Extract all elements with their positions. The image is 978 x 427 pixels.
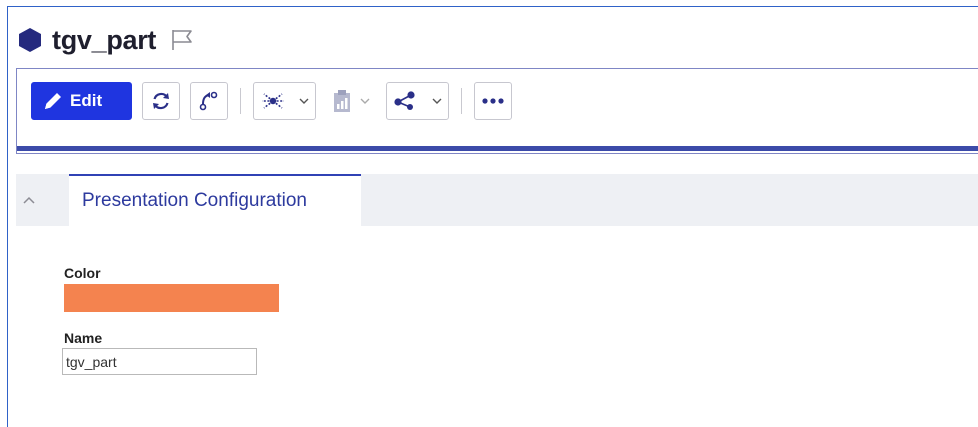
chevron-down-icon [432, 98, 442, 104]
edit-button-label: Edit [70, 91, 103, 110]
name-field[interactable] [62, 348, 257, 375]
title-bar: tgv_part [18, 20, 194, 60]
share-icon [394, 91, 415, 110]
more-icon [482, 98, 504, 104]
chevron-down-icon [360, 98, 370, 104]
tab-label: Presentation Configuration [82, 190, 307, 211]
toolbar-accent-bar [17, 146, 978, 151]
color-label: Color [64, 265, 101, 281]
hexagon-icon [19, 28, 41, 52]
page-title: tgv_part [52, 24, 157, 55]
refresh-icon [153, 92, 169, 110]
toolbar-separator [240, 88, 241, 114]
toolbar-separator [461, 88, 462, 114]
tab-presentation-configuration[interactable]: Presentation Configuration [69, 174, 361, 226]
config-panel [16, 226, 978, 427]
name-label: Name [64, 330, 103, 346]
path-button[interactable] [190, 82, 228, 120]
toolbar-container: Edit [16, 68, 978, 154]
toolbar: Edit [31, 81, 522, 121]
chevron-up-icon[interactable] [22, 193, 36, 207]
more-button[interactable] [474, 82, 512, 120]
chevron-down-icon [299, 98, 309, 104]
refresh-button[interactable] [142, 82, 180, 120]
pencil-icon [45, 93, 61, 109]
report-dropdown-button[interactable] [326, 82, 376, 120]
edit-button[interactable]: Edit [31, 82, 132, 120]
network-icon [262, 93, 284, 109]
flag-icon[interactable] [170, 28, 194, 52]
color-swatch[interactable] [64, 284, 279, 312]
path-icon [199, 91, 218, 111]
share-dropdown-button[interactable] [386, 82, 449, 120]
network-dropdown-button[interactable] [253, 82, 316, 120]
clipboard-chart-icon [334, 90, 350, 112]
